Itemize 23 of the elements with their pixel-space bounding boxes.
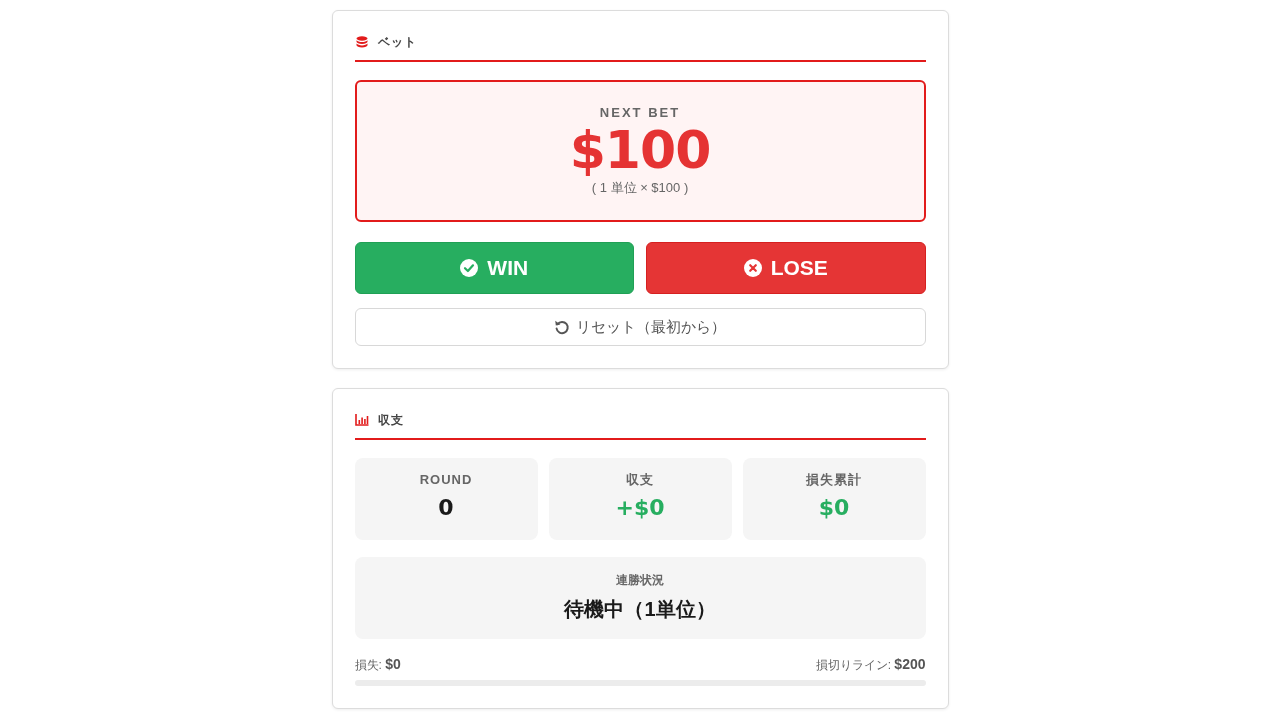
next-bet-label: NEXT BET (599, 105, 681, 121)
stat-value: 0 (438, 494, 454, 522)
win-button[interactable]: WIN (354, 242, 634, 294)
stat-label: 収支 (626, 472, 654, 488)
check-circle-icon (460, 259, 479, 277)
bar-chart-icon (354, 414, 369, 426)
section-title: ベット (377, 33, 417, 51)
stat-label: 損失累計 (806, 472, 862, 488)
stat-label: ROUND (419, 472, 473, 488)
x-circle-icon (743, 259, 762, 277)
rotate-left-icon (554, 319, 570, 335)
stat-value: $0 (818, 494, 850, 522)
coins-icon (354, 36, 369, 48)
stop-loss-text: 損切りライン: $200 (815, 655, 926, 673)
loss-amount-text: 損失: $0 (354, 655, 401, 673)
reset-button[interactable]: リセット（最初から） (354, 308, 926, 346)
section-title: 収支 (377, 411, 404, 429)
bet-unit-detail: ( 1 単位 × $100 ) (591, 179, 689, 197)
streak-value: 待機中（1単位） (564, 597, 716, 622)
stat-value: +$0 (615, 494, 665, 522)
lose-button[interactable]: LOSE (646, 242, 926, 294)
streak-label: 連勝状況 (616, 572, 664, 588)
next-bet-amount: $100 (569, 121, 711, 179)
